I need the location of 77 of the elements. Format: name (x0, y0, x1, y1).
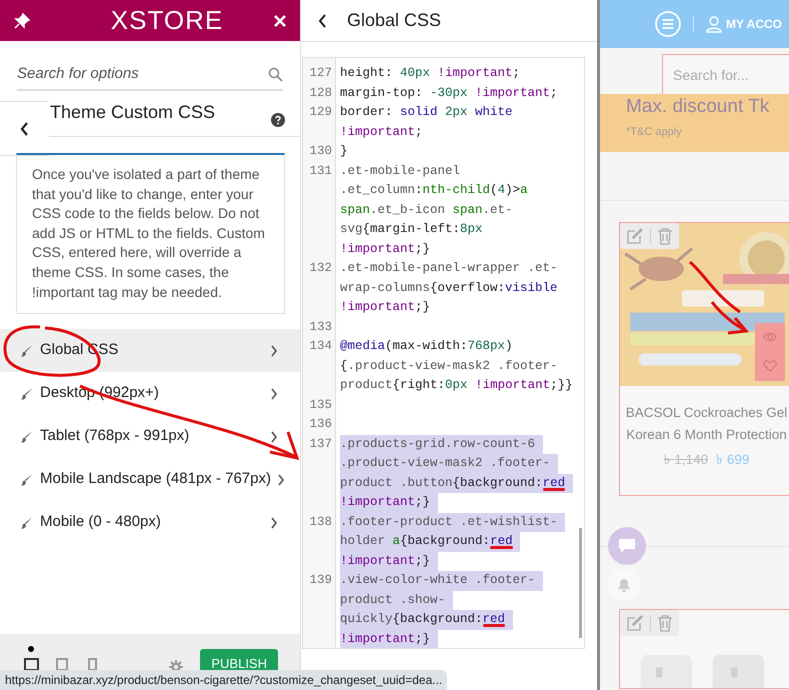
code-line: @media(max-width:768px) (340, 338, 513, 355)
edit-icon[interactable] (626, 227, 644, 245)
old-price: ৳ 1,140 (664, 451, 708, 469)
line-number: 131 (308, 162, 333, 180)
help-icon[interactable] (271, 113, 285, 127)
underline-mark (482, 624, 506, 627)
chevron-right-icon (270, 388, 278, 400)
line-number: 134 (308, 338, 333, 355)
heart-icon[interactable] (763, 360, 777, 372)
line-number: 133 (308, 318, 333, 336)
code-line: .et-mobile-panel-wrapper .et- (340, 260, 558, 277)
code-line: {.product-view-mask2 .footer- (340, 358, 558, 374)
back-button[interactable] (0, 101, 49, 156)
line-number: 127 (308, 65, 333, 82)
line-number: 139 (308, 572, 333, 589)
code-line: !important;} (340, 299, 430, 316)
code-line: wrap-columns{overflow:visible (340, 280, 558, 296)
chevron-right-icon (270, 344, 278, 357)
underline-mark (542, 488, 566, 490)
chevron-left-icon (20, 122, 29, 136)
brush-icon (20, 386, 34, 401)
chevron-right-icon (276, 474, 285, 486)
trash-icon[interactable] (657, 614, 673, 632)
code-line: border: solid 2px white (340, 104, 513, 121)
chat-icon (618, 538, 636, 554)
line-number: 128 (308, 84, 333, 102)
search-icon (268, 66, 283, 82)
status-url-tooltip: https://minibazar.xyz/product/benson-cigarette/?customize_changeset_uuid=dea... (0, 670, 448, 690)
back-icon[interactable] (318, 14, 327, 28)
underline-mark (490, 546, 513, 549)
line-number: 136 (308, 416, 333, 433)
edit-icon[interactable] (626, 614, 644, 632)
code-editor[interactable] (302, 57, 585, 649)
description-text: Once you've isolated a part of theme that you'd like to change, enter your CSS code to the fields below. Do not add JS or HTML to the fields. Custom CSS, entered here, will override a theme CSS. In some cases, the !important tag may be needed. (32, 165, 266, 302)
price: ৳ 699 (716, 451, 750, 469)
line-number: 130 (308, 143, 333, 160)
line-number: 138 (308, 514, 333, 530)
tablet-icon (54, 657, 70, 672)
brush-icon (20, 516, 34, 530)
code-line: } (340, 143, 348, 160)
desktop-icon (24, 657, 38, 672)
notification-button[interactable] (608, 569, 640, 601)
code-line: !important;} (340, 240, 430, 258)
code-line: margin-top: -30px !important; (340, 84, 558, 102)
section-title: Theme Custom CSS (49, 101, 216, 124)
code-line: height: 40px !important; (340, 65, 520, 82)
code-line: !important; (340, 124, 423, 140)
user-icon[interactable] (706, 16, 722, 32)
brush-icon (20, 472, 34, 487)
bell-icon (617, 578, 631, 592)
banner-note: *T&C apply (626, 125, 683, 140)
search-field[interactable]: Search for options (17, 62, 237, 86)
logo: XSTORE (110, 4, 224, 37)
banner-title: Max. discount Tk (626, 96, 770, 118)
code-line: svg{margin-left:8px (340, 221, 483, 238)
brush-icon (20, 344, 34, 358)
line-number: 129 (308, 104, 333, 121)
line-number: 135 (308, 396, 333, 414)
pin-icon[interactable] (14, 12, 30, 28)
line-number: 132 (308, 260, 333, 277)
close-icon[interactable] (274, 14, 286, 26)
chat-button[interactable] (608, 527, 646, 565)
trash-icon[interactable] (657, 227, 673, 245)
line-number: 137 (308, 436, 333, 452)
brush-icon (20, 430, 34, 444)
scrollbar[interactable] (579, 528, 582, 638)
menu-icon[interactable] (655, 11, 681, 37)
code-line: span.et_b-icon span.et- (340, 202, 513, 218)
editor-title: Global CSS (347, 9, 442, 32)
code-line: product{right:0px !important;}} (340, 377, 573, 394)
code-line: .et-mobile-panel (340, 162, 460, 180)
eye-icon[interactable] (763, 332, 777, 342)
chevron-right-icon (270, 430, 278, 443)
chevron-right-icon (270, 516, 278, 529)
site-search-field[interactable]: Search for... (662, 54, 789, 96)
product-card[interactable] (619, 609, 789, 689)
code-line: .et_column:nth-child(4)>a (340, 182, 528, 199)
